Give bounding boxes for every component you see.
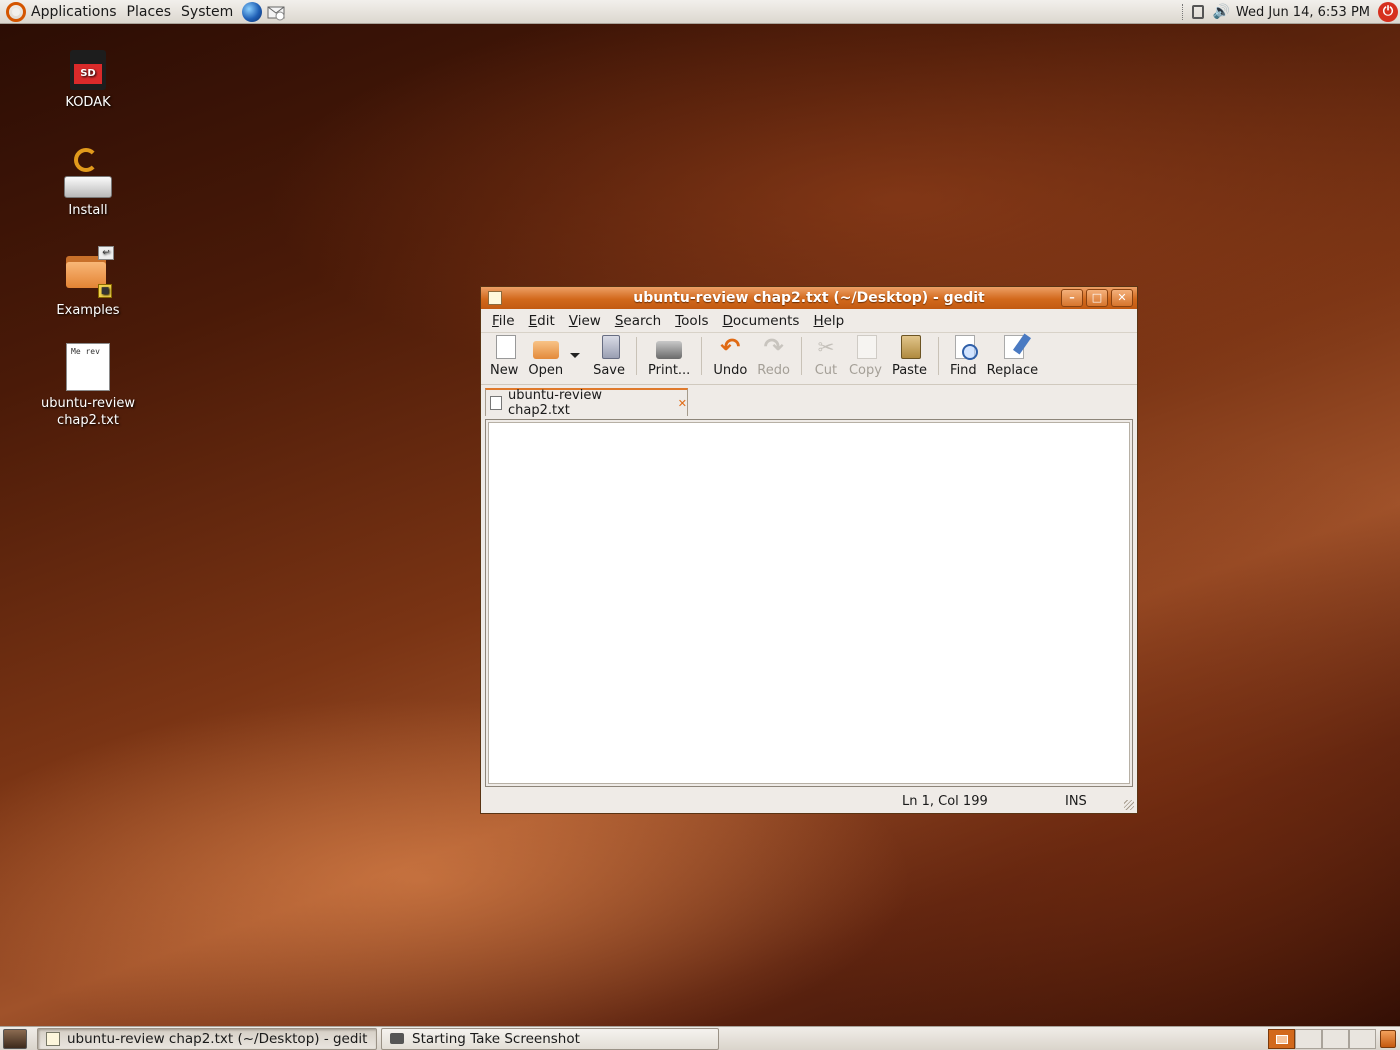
save-button[interactable]: Save — [588, 335, 630, 378]
replace-pencil-icon — [1003, 335, 1024, 359]
toolbar-separator — [636, 336, 638, 375]
redo-button[interactable]: ↷ Redo — [752, 335, 795, 378]
camera-icon — [390, 1033, 404, 1044]
text-editor-area[interactable] — [488, 422, 1130, 784]
clock[interactable]: Wed Jun 14, 6:53 PM — [1236, 5, 1370, 20]
panel-grip — [1182, 4, 1186, 20]
scissors-icon: ✂ — [817, 335, 835, 359]
symlink-badge-icon: ↩ — [98, 246, 114, 260]
workspace-2[interactable] — [1295, 1029, 1322, 1049]
find-magnifier-icon — [954, 335, 978, 360]
gedit-task-icon — [46, 1031, 60, 1046]
open-recent-dropdown-icon[interactable] — [570, 353, 581, 358]
taskbar-item-screenshot[interactable]: Starting Take Screenshot — [381, 1027, 719, 1050]
menu-edit[interactable]: Edit — [522, 313, 562, 329]
document-tabbar: ubuntu-review chap2.txt ✕ — [481, 385, 1137, 418]
undo-button[interactable]: ↶ Undo — [708, 335, 752, 378]
web-browser-launcher-icon[interactable] — [242, 1, 263, 22]
cursor-position: Ln 1, Col 199 — [902, 793, 988, 809]
menu-search[interactable]: Search — [608, 313, 668, 329]
ubuntu-logo-icon[interactable] — [6, 1, 26, 22]
email-launcher-icon[interactable] — [266, 2, 286, 22]
toolbar-separator — [800, 336, 802, 375]
trash-icon[interactable] — [1380, 1030, 1396, 1048]
window-titlebar[interactable]: ubuntu-review chap2.txt (~/Desktop) - ge… — [481, 287, 1137, 309]
file-preview-text: Me rev — [71, 347, 100, 356]
system-menu[interactable]: System — [176, 4, 238, 20]
menu-tools[interactable]: Tools — [668, 313, 715, 329]
desktop-icon-label: Examples — [56, 303, 120, 318]
desktop-icon-label: ubuntu-review chap2.txt — [41, 396, 135, 428]
statusbar: Ln 1, Col 199 INS — [481, 789, 1137, 813]
gedit-app-icon[interactable] — [488, 291, 502, 305]
replace-button[interactable]: Replace — [982, 335, 1043, 378]
places-menu[interactable]: Places — [122, 4, 177, 20]
workspace-1[interactable] — [1268, 1029, 1295, 1049]
top-panel: Applications Places System 🔊 Wed Jun 14,… — [0, 0, 1400, 24]
find-button[interactable]: Find — [945, 335, 982, 378]
menubar: File Edit View Search Tools Documents He… — [481, 309, 1137, 333]
lock-badge-icon: ■ — [98, 284, 112, 298]
close-button[interactable]: ✕ — [1111, 289, 1133, 307]
menu-view[interactable]: View — [562, 313, 608, 329]
toolbar-separator — [938, 336, 940, 375]
top-panel-tray: 🔊 Wed Jun 14, 6:53 PM ⏻ — [1182, 0, 1400, 24]
toolbar: New Open Save Print... ↶ Undo ↷ Redo ✂ C… — [481, 333, 1137, 385]
text-file-icon: Me rev — [66, 343, 110, 391]
network-icon[interactable] — [1192, 5, 1205, 19]
desktop-icon-examples[interactable]: ↩ ■ Examples — [33, 246, 143, 319]
cut-button[interactable]: ✂ Cut — [808, 335, 844, 378]
show-desktop-button[interactable] — [3, 1028, 27, 1049]
gedit-window: ubuntu-review chap2.txt (~/Desktop) - ge… — [480, 286, 1138, 814]
insert-mode: INS — [1065, 793, 1087, 809]
desktop-icon-text-file[interactable]: Me rev ubuntu-review chap2.txt — [33, 343, 143, 429]
save-disk-icon — [602, 335, 621, 359]
print-button[interactable]: Print... — [643, 335, 695, 378]
undo-arrow-icon: ↶ — [720, 333, 741, 361]
open-folder-icon — [532, 341, 559, 359]
envelope-icon — [267, 6, 285, 20]
open-button[interactable]: Open — [523, 335, 568, 378]
clipboard-icon — [900, 335, 921, 359]
workspace-switcher — [1268, 1029, 1376, 1049]
task-label: Starting Take Screenshot — [412, 1030, 580, 1047]
document-tab[interactable]: ubuntu-review chap2.txt ✕ — [485, 388, 688, 418]
task-label: ubuntu-review chap2.txt (~/Desktop) - ge… — [67, 1030, 368, 1047]
desktop-icon-label: Install — [68, 203, 108, 218]
maximize-button[interactable]: □ — [1086, 289, 1108, 307]
menu-file[interactable]: File — [485, 313, 522, 329]
bottom-panel: ubuntu-review chap2.txt (~/Desktop) - ge… — [0, 1026, 1400, 1050]
copy-icon — [856, 335, 877, 359]
desktop-icon-install[interactable]: Install — [33, 146, 143, 219]
tab-label: ubuntu-review chap2.txt — [507, 388, 602, 418]
text-editor-frame — [485, 419, 1133, 787]
power-icon[interactable]: ⏻ — [1378, 2, 1398, 22]
install-icon — [62, 146, 114, 198]
window-controls: – □ ✕ — [1061, 289, 1133, 307]
minimize-button[interactable]: – — [1061, 289, 1083, 307]
volume-icon[interactable]: 🔊 — [1212, 4, 1229, 20]
taskbar-item-gedit[interactable]: ubuntu-review chap2.txt (~/Desktop) - ge… — [37, 1027, 377, 1050]
resize-grip[interactable] — [1124, 800, 1134, 810]
applications-menu[interactable]: Applications — [26, 4, 122, 20]
desktop-icon-label: KODAK — [65, 95, 111, 110]
toolbar-separator — [701, 336, 703, 375]
new-button[interactable]: New — [485, 335, 523, 378]
tab-close-icon[interactable]: ✕ — [678, 397, 687, 410]
paste-button[interactable]: Paste — [887, 335, 932, 378]
printer-icon — [656, 341, 683, 359]
sd-card-icon: SD — [70, 50, 106, 90]
new-document-icon — [495, 335, 516, 359]
menu-help[interactable]: Help — [806, 313, 851, 329]
copy-button[interactable]: Copy — [844, 335, 887, 378]
workspace-3[interactable] — [1322, 1029, 1349, 1049]
desktop-icon-kodak[interactable]: SD KODAK — [33, 50, 143, 111]
document-icon — [490, 396, 502, 410]
menu-documents[interactable]: Documents — [715, 313, 806, 329]
workspace-4[interactable] — [1349, 1029, 1376, 1049]
redo-arrow-icon: ↷ — [763, 333, 784, 361]
window-title: ubuntu-review chap2.txt (~/Desktop) - ge… — [633, 290, 985, 306]
folder-icon: ↩ ■ — [62, 246, 114, 298]
